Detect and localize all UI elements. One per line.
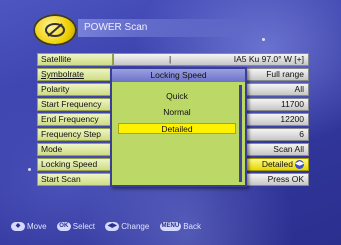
popup-scrollbar[interactable] [239,85,242,182]
ok-button-icon: OK [56,222,71,232]
hint-label: Change [121,222,150,231]
row-label: Start Frequency [37,98,113,111]
satellite-value: IA5 Ku 97.0° W [+] [233,54,304,64]
menu-row-satellite[interactable]: Satellite | IA5 Ku 97.0° W [+] [37,53,309,67]
row-label: Mode [37,143,113,156]
hint-back: MENU Back [159,220,201,234]
row-value: | IA5 Ku 97.0° W [+] [113,53,309,66]
satellite-dish-icon [33,14,77,46]
hint-label: Back [183,222,201,231]
hint-label: Select [72,222,96,231]
locking-speed-value: Detailed [261,159,293,169]
row-label: Locking Speed [37,158,113,171]
page-title: POWER Scan [78,19,244,37]
hint-select: OK Select [56,220,96,234]
row-label: Satellite [37,53,113,66]
popup-title: Locking Speed [112,69,245,82]
nav-button-icon: ◆ [11,222,25,232]
footer-hints: ◆ Move OK Select ◀▶ Change MENU Back [11,220,331,234]
left-right-button-icon: ◀▶ [105,222,120,232]
option-detailed[interactable]: Detailed [118,123,236,134]
row-label: End Frequency [37,113,113,126]
tv-screen: POWER Scan Satellite | IA5 Ku 97.0° W [+… [0,0,341,245]
row-label: Start Scan [37,173,113,186]
sparkle [262,38,265,41]
hint-move: ◆ Move [11,220,47,234]
row-label: Symbolrate [37,68,113,81]
hint-label: Move [27,222,47,231]
option-quick[interactable]: Quick [118,91,236,102]
cursor-mark: | [169,54,172,64]
row-label: Frequency Step [37,128,113,141]
row-label: Polarity [37,83,113,96]
sparkle [28,168,31,171]
hint-change: ◀▶ Change [105,220,149,234]
left-right-arrow-icon: ◀▶ [295,160,305,170]
locking-speed-popup: Locking Speed Quick Normal Detailed [110,67,247,187]
menu-button-icon: MENU [159,222,182,232]
option-normal[interactable]: Normal [118,107,236,118]
